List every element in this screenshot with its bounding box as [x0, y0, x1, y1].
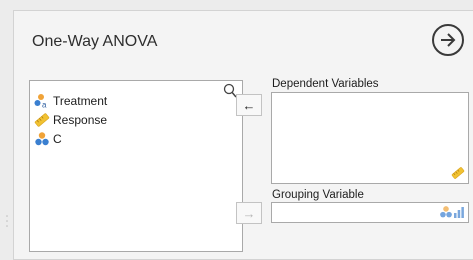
- analysis-panel: One-Way ANOVA a Treatment Response C ← →…: [13, 10, 473, 260]
- ordinal-bars-icon: [454, 207, 464, 218]
- list-item[interactable]: a Treatment: [34, 92, 107, 110]
- run-analysis-button[interactable]: [432, 24, 464, 56]
- resize-grip-icon[interactable]: [6, 214, 8, 228]
- allowed-types-indicator: [439, 205, 465, 219]
- nominal-icon: [440, 206, 452, 218]
- scale-ruler-icon: [451, 167, 465, 179]
- variable-label: Treatment: [53, 94, 108, 108]
- move-to-grouping-button[interactable]: →: [236, 202, 262, 224]
- move-to-dependent-button[interactable]: ←: [236, 94, 262, 116]
- grouping-variable-label: Grouping Variable: [272, 189, 364, 201]
- nominal-text-icon: a: [34, 93, 50, 109]
- grouping-variable-box[interactable]: [271, 202, 469, 223]
- search-icon[interactable]: [223, 83, 237, 99]
- dependent-variables-label: Dependent Variables: [272, 78, 379, 90]
- panel-title: One-Way ANOVA: [32, 33, 158, 50]
- list-item[interactable]: C: [34, 130, 62, 148]
- variable-label: Response: [53, 113, 108, 127]
- arrow-right-circle-icon: [441, 33, 456, 47]
- available-variables-list[interactable]: a Treatment Response C: [29, 80, 243, 252]
- variable-label: C: [53, 132, 62, 146]
- dependent-variables-box[interactable]: [271, 92, 469, 184]
- nominal-icon: [34, 131, 50, 147]
- list-item[interactable]: Response: [34, 111, 107, 129]
- svg-text:a: a: [42, 101, 47, 110]
- scale-ruler-icon: [34, 112, 50, 128]
